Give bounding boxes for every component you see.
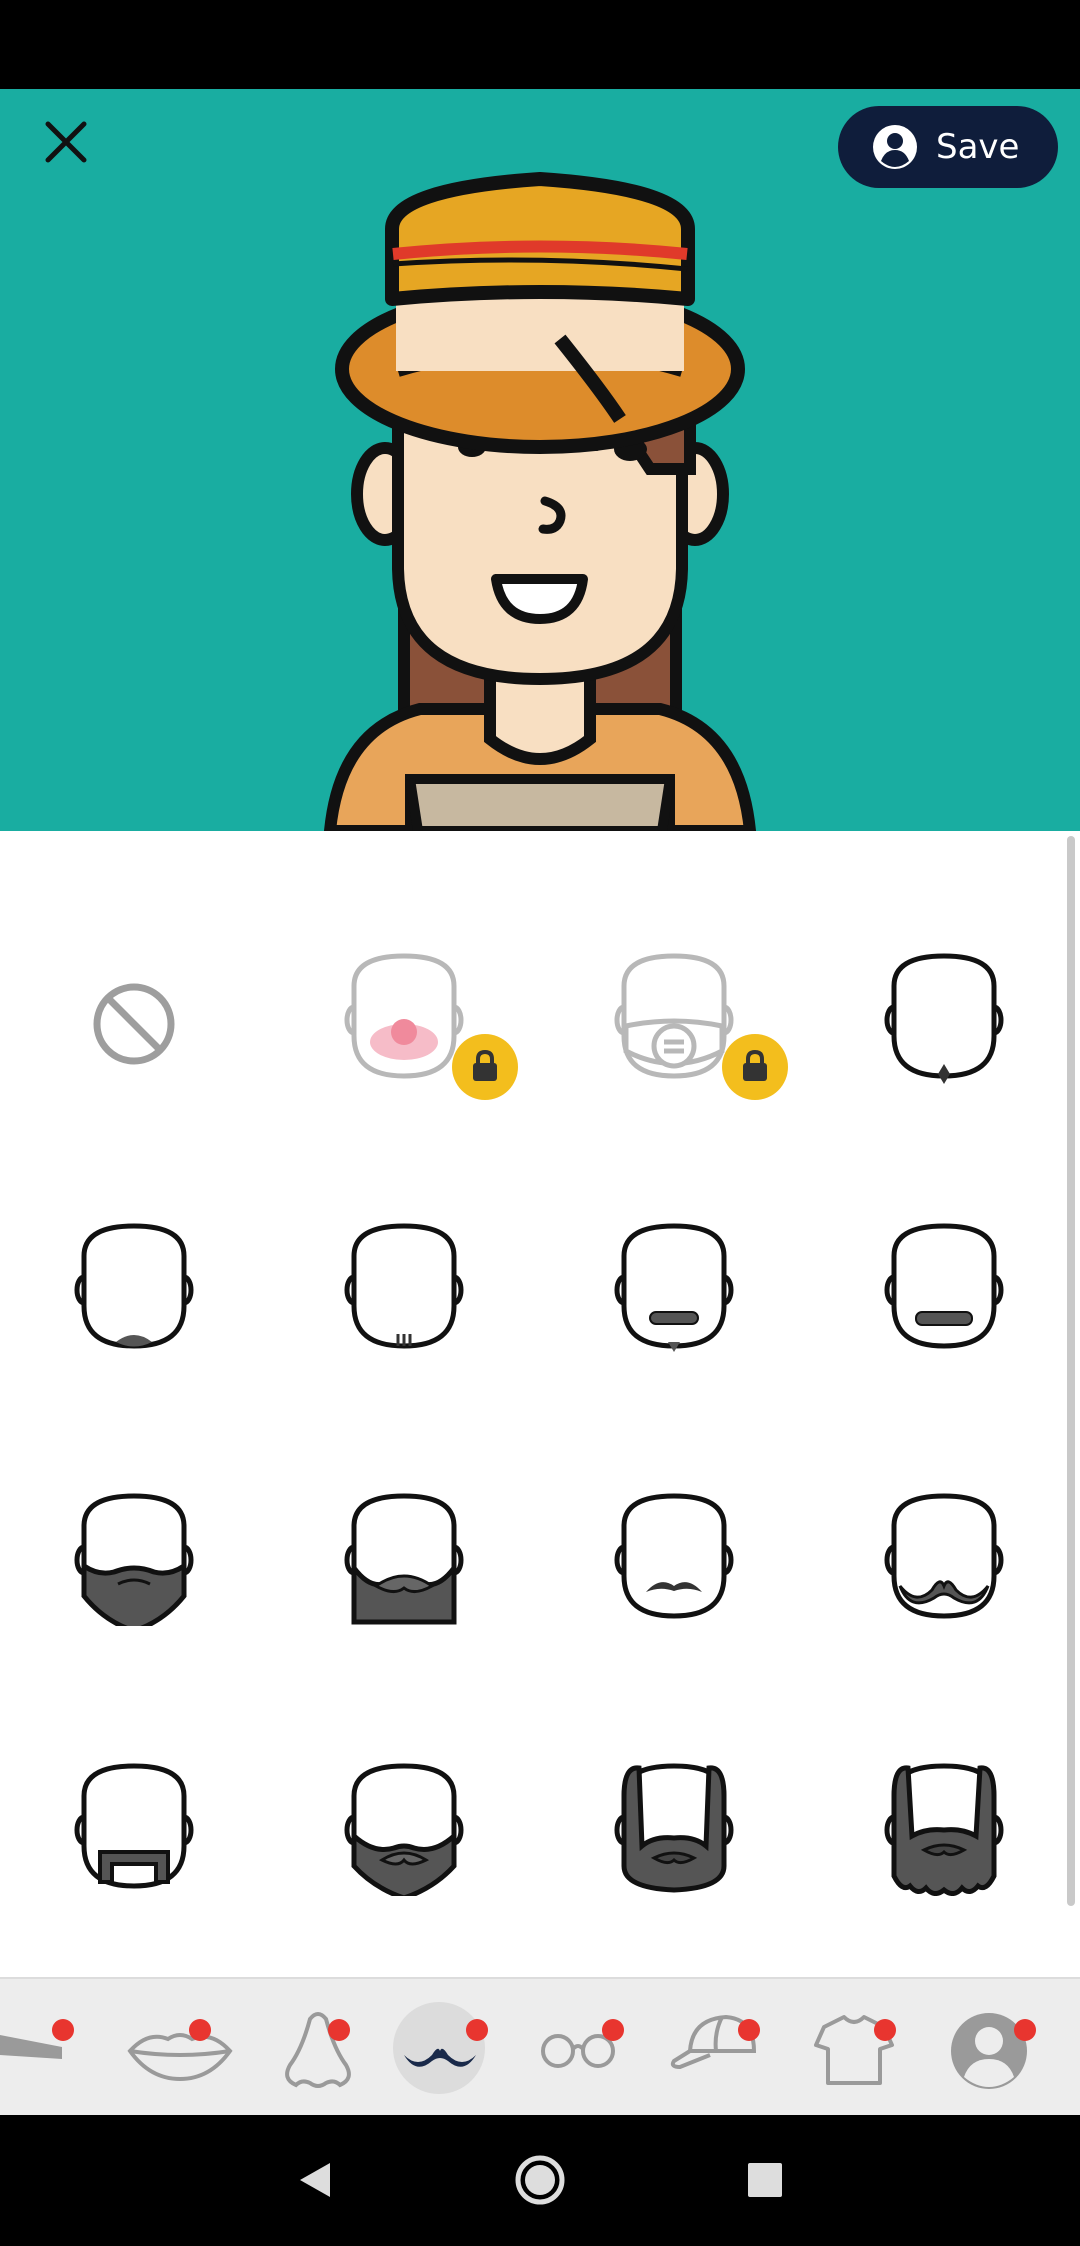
- tab-nose[interactable]: [262, 1979, 400, 2117]
- wavy-beard-icon: [884, 1763, 1004, 1896]
- tshirt-icon: [814, 2015, 894, 2085]
- notification-dot: [1014, 2019, 1036, 2041]
- beard-options-grid: [0, 831, 1080, 1977]
- back-button[interactable]: [268, 2135, 358, 2225]
- option-handlebar-mustache[interactable]: [854, 1426, 1034, 1626]
- notification-dot: [874, 2019, 896, 2041]
- status-bar: [0, 0, 1080, 89]
- system-nav-bar: [0, 2115, 1080, 2246]
- user-circle-icon: [873, 125, 917, 169]
- option-soul-patch[interactable]: [314, 1156, 494, 1356]
- tab-glasses[interactable]: [528, 1979, 666, 2117]
- cap-icon: [670, 2014, 757, 2070]
- home-button[interactable]: [495, 2135, 585, 2225]
- notification-dot: [738, 2019, 760, 2041]
- notification-dot: [466, 2019, 488, 2041]
- back-icon: [300, 2163, 330, 2197]
- option-pencil-mustache[interactable]: [584, 1426, 764, 1626]
- tab-lips[interactable]: [124, 1979, 262, 2117]
- option-horseshoe-mustache[interactable]: [44, 1696, 224, 1896]
- lock-badge: [452, 1034, 518, 1100]
- handlebar-mustache-icon: [884, 1493, 1004, 1619]
- no-beard-icon: [93, 983, 175, 1065]
- tab-cap[interactable]: [666, 1979, 804, 2117]
- option-chin-patch[interactable]: [44, 1156, 224, 1356]
- soul-patch-icon: [344, 1223, 464, 1349]
- full-beard-icon: [74, 1493, 194, 1626]
- option-mustache-goatee[interactable]: [584, 1156, 764, 1356]
- lock-icon: [743, 1049, 767, 1081]
- long-beard-icon: [614, 1763, 734, 1893]
- chin-patch-icon: [74, 1223, 194, 1349]
- eyebrows-icon: [0, 2035, 62, 2059]
- option-none[interactable]: [44, 886, 224, 1086]
- option-full-beard[interactable]: [44, 1426, 224, 1626]
- tab-avatar[interactable]: [942, 1979, 1080, 2117]
- option-thin-mustache[interactable]: [854, 1156, 1034, 1356]
- notification-dot: [189, 2019, 211, 2041]
- save-button[interactable]: Save: [838, 106, 1058, 188]
- option-clown-nose[interactable]: [314, 886, 518, 1100]
- short-beard-icon: [344, 1763, 464, 1896]
- avatar-preview: Save: [0, 89, 1080, 831]
- nose-icon: [285, 2012, 351, 2088]
- tab-eyebrows[interactable]: [0, 1979, 138, 2117]
- mustache-goatee-icon: [614, 1223, 734, 1352]
- horseshoe-mustache-icon: [74, 1763, 194, 1889]
- lock-icon: [473, 1049, 497, 1081]
- option-thick-beard-mustache[interactable]: [314, 1426, 494, 1626]
- category-tab-bar: [0, 1977, 1080, 2117]
- lock-badge: [722, 1034, 788, 1100]
- options-scrollbar[interactable]: [1067, 836, 1075, 1906]
- option-face-mask[interactable]: [584, 886, 788, 1100]
- close-icon: [45, 121, 87, 163]
- chin-tuft-icon: [884, 953, 1004, 1084]
- recents-button[interactable]: [720, 2135, 810, 2225]
- save-label: Save: [936, 127, 1020, 167]
- option-wavy-long-beard[interactable]: [854, 1696, 1034, 1896]
- option-long-beard-sideburns[interactable]: [584, 1696, 764, 1896]
- close-button[interactable]: [36, 112, 96, 172]
- notification-dot: [328, 2019, 350, 2041]
- avatar-icon: [951, 2013, 1027, 2089]
- glasses-icon: [541, 2034, 615, 2068]
- notification-dot: [602, 2019, 624, 2041]
- avatar-illustration: [323, 172, 757, 831]
- home-icon: [515, 2155, 565, 2205]
- lips-icon: [127, 2033, 233, 2082]
- thick-beard-icon: [344, 1493, 464, 1625]
- tab-tshirt[interactable]: [804, 1979, 942, 2117]
- tab-mustache[interactable]: [390, 1979, 528, 2117]
- mustache-icon: [393, 2002, 485, 2094]
- thin-mustache-icon: [884, 1223, 1004, 1349]
- recents-icon: [748, 2163, 782, 2197]
- option-short-beard[interactable]: [314, 1696, 494, 1896]
- option-chin-tuft[interactable]: [854, 886, 1034, 1086]
- pencil-mustache-icon: [614, 1493, 734, 1619]
- notification-dot: [52, 2019, 74, 2041]
